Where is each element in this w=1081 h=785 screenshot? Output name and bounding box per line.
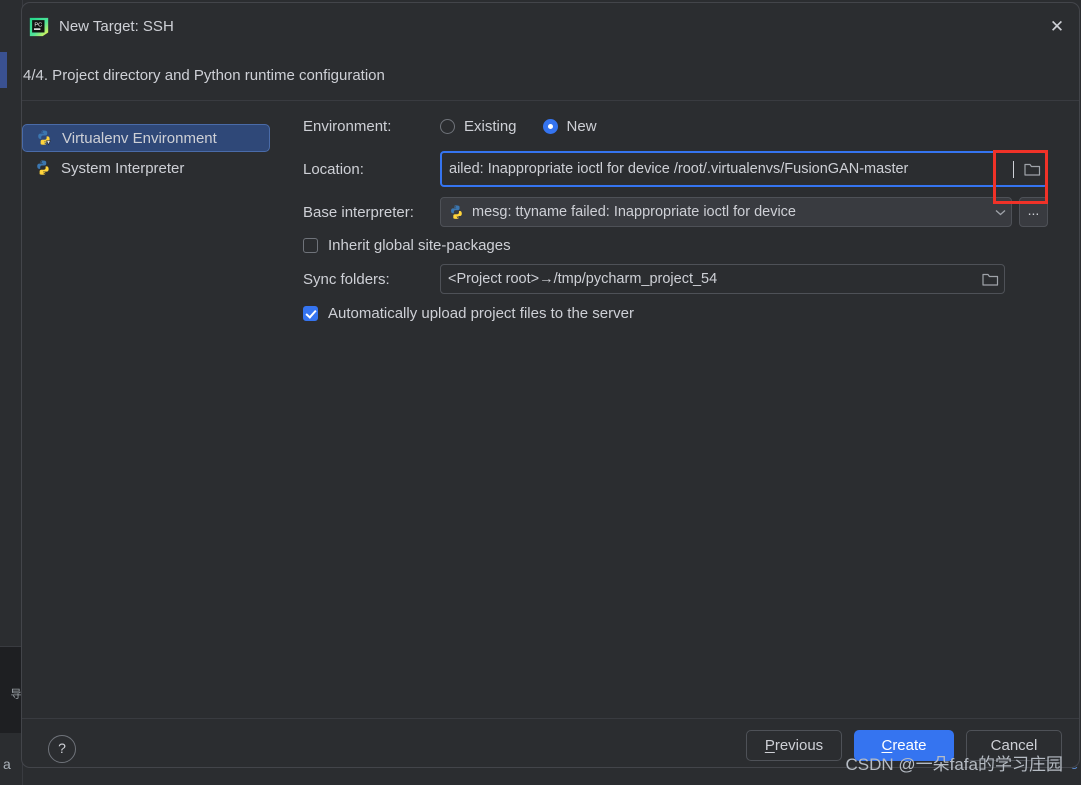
sync-folders-browse-button[interactable] <box>976 265 1004 293</box>
create-label-rest: reate <box>892 737 927 754</box>
location-label: Location: <box>303 160 364 178</box>
dialog-action-buttons: Previous Create Cancel <box>746 730 1062 761</box>
radio-new-mark <box>542 118 558 134</box>
sidebar-item-system-interpreter[interactable]: System Interpreter <box>22 154 270 182</box>
pycharm-icon: PC <box>29 17 49 37</box>
base-interpreter-value: mesg: ttyname failed: Inappropriate ioct… <box>472 204 796 220</box>
environment-row: Environment: Existing New <box>303 111 1048 141</box>
dialog-title: New Target: SSH <box>59 18 174 35</box>
base-interpreter-browse-button[interactable]: ... <box>1019 197 1048 227</box>
auto-upload-checkbox[interactable]: Automatically upload project files to th… <box>303 305 1048 322</box>
new-target-ssh-dialog: PC New Target: SSH ✕ 4/4. Project direct… <box>21 2 1080 768</box>
sidebar-item-label: Virtualenv Environment <box>62 129 217 147</box>
background-bottom-letter: a <box>3 756 11 772</box>
environment-type-list: Virtualenv Environment System Interprete… <box>22 124 270 184</box>
environment-radio-group: Existing New <box>440 118 597 135</box>
location-row: Location: ailed: Inappropriate ioctl for… <box>303 151 1048 187</box>
checkbox-mark <box>303 306 318 321</box>
folder-icon <box>981 273 998 286</box>
python-icon <box>37 160 49 175</box>
step-title: 4/4. Project directory and Python runtim… <box>23 67 385 84</box>
previous-mnemonic: P <box>764 737 775 754</box>
sidebar-item-label: System Interpreter <box>61 159 185 177</box>
inherit-site-packages-checkbox[interactable]: Inherit global site-packages <box>303 237 1048 254</box>
sync-folders-label: Sync folders: <box>303 270 390 288</box>
radio-existing[interactable]: Existing <box>440 118 517 135</box>
sync-folders-row: Sync folders: <Project root>→/tmp/pychar… <box>303 264 1005 294</box>
svg-text:PC: PC <box>34 22 42 28</box>
base-interpreter-select[interactable]: mesg: ttyname failed: Inappropriate ioct… <box>440 197 1012 227</box>
dialog-titlebar: PC New Target: SSH ✕ <box>22 3 1079 52</box>
help-button[interactable]: ? <box>48 735 76 763</box>
folder-icon <box>1023 163 1040 176</box>
cancel-button[interactable]: Cancel <box>966 730 1062 761</box>
previous-label-rest: revious <box>774 737 824 754</box>
create-mnemonic: C <box>881 737 893 754</box>
background-selection-marker <box>0 52 7 88</box>
radio-new-label: New <box>566 117 597 135</box>
text-caret <box>1013 160 1014 178</box>
environment-label: Environment: <box>303 117 392 135</box>
base-interpreter-row: Base interpreter: mesg: ttyname failed: … <box>303 197 1048 227</box>
dialog-body: Virtualenv Environment System Interprete… <box>22 101 1079 718</box>
radio-new[interactable]: New <box>542 117 597 135</box>
python-icon <box>451 204 462 219</box>
dialog-footer: ? Previous Create Cancel <box>22 718 1079 767</box>
python-virtualenv-icon <box>38 130 51 146</box>
sync-folders-value: <Project root>→/tmp/pycharm_project_54 <box>448 271 718 287</box>
sync-folders-input[interactable]: <Project root>→/tmp/pycharm_project_54 <box>440 264 1005 294</box>
background-vertical-label: 导 <box>9 688 21 700</box>
location-browse-button[interactable] <box>1018 155 1046 183</box>
checkbox-mark <box>303 238 318 253</box>
previous-button[interactable]: Previous <box>746 730 842 761</box>
auto-upload-label: Automatically upload project files to th… <box>328 305 634 322</box>
location-input[interactable]: ailed: Inappropriate ioctl for device /r… <box>440 151 1048 187</box>
create-button[interactable]: Create <box>854 730 954 761</box>
dialog-step-header: 4/4. Project directory and Python runtim… <box>22 52 1079 101</box>
close-icon[interactable]: ✕ <box>1042 13 1072 41</box>
sidebar-item-virtualenv-environment[interactable]: Virtualenv Environment <box>22 124 270 152</box>
radio-existing-mark <box>440 118 455 134</box>
inherit-site-packages-label: Inherit global site-packages <box>328 237 511 254</box>
base-interpreter-label: Base interpreter: <box>303 203 414 221</box>
radio-existing-label: Existing <box>464 117 517 135</box>
location-input-value: ailed: Inappropriate ioctl for device /r… <box>449 161 909 177</box>
chevron-down-icon <box>989 209 1011 216</box>
environment-form: Environment: Existing New Location: aile… <box>303 111 1048 332</box>
